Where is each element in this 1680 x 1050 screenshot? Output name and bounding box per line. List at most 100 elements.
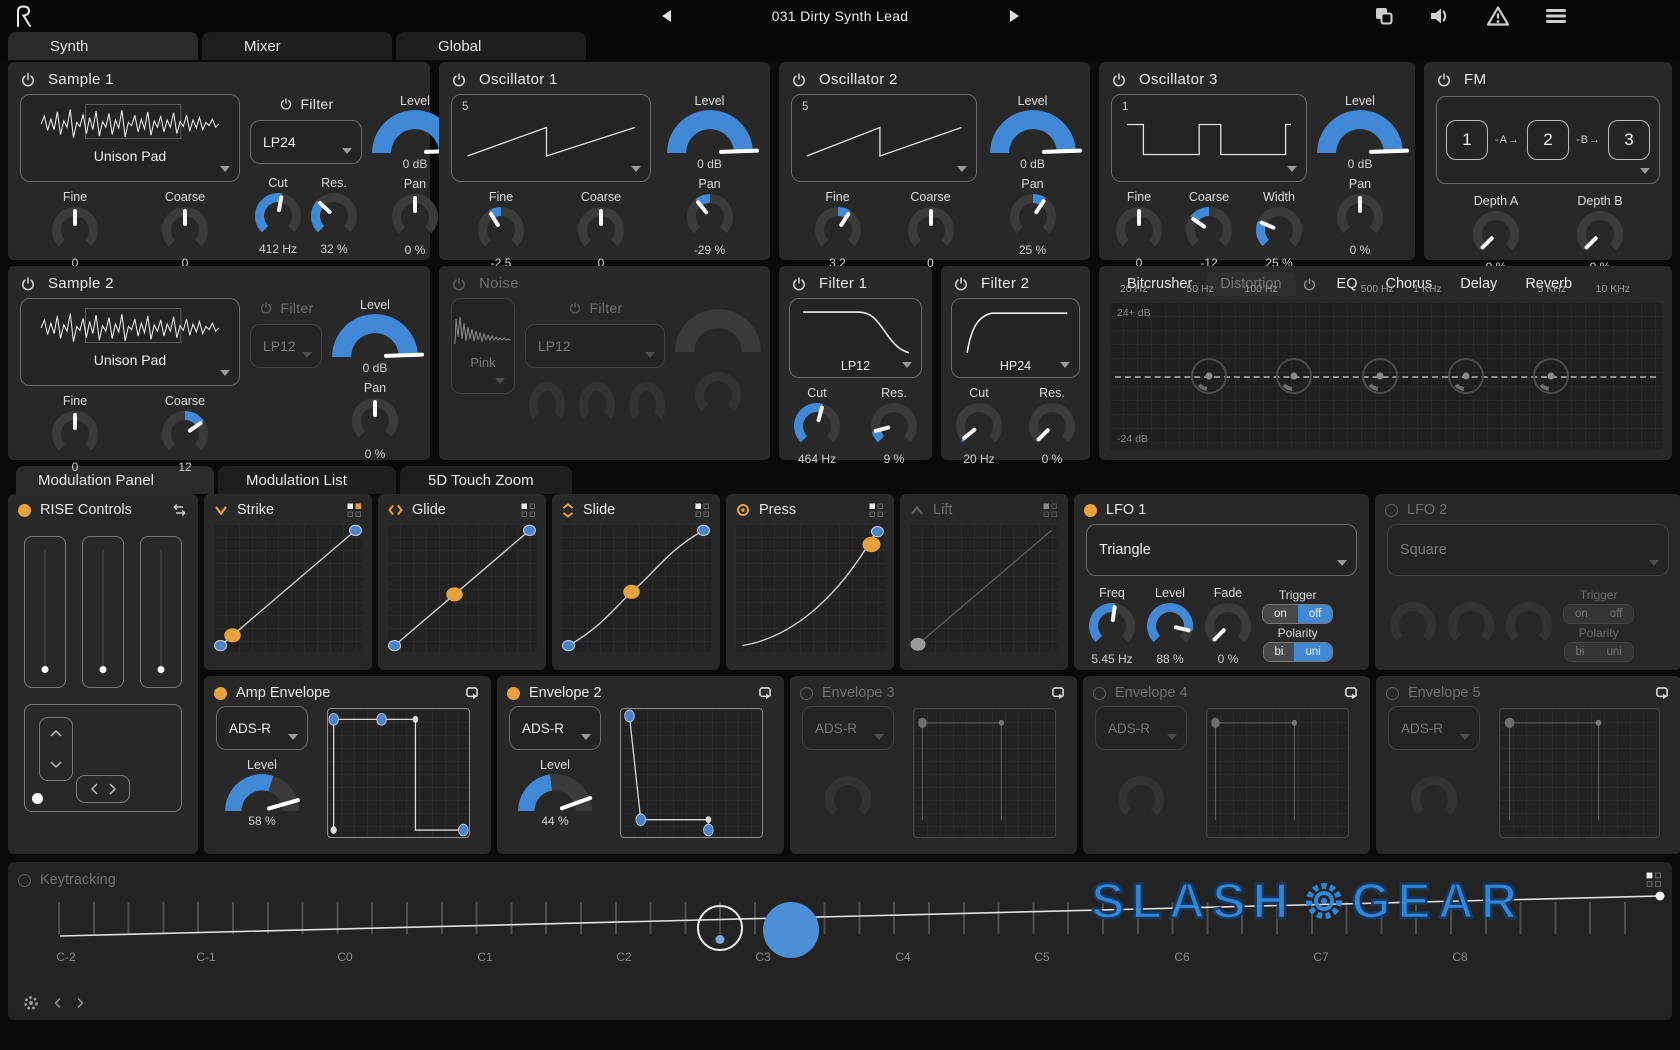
power-icon[interactable] [1111,72,1127,88]
level-gauge[interactable] [990,110,1076,155]
cut-knob[interactable]: Cut412 Hz [250,176,306,256]
depth-a-knob[interactable]: Depth A0 % [1461,194,1531,274]
slide-curve-graph[interactable] [561,524,711,652]
envelope-graph[interactable] [1206,708,1349,838]
fine-knob[interactable]: Fine-2.5 [473,190,529,270]
lfo-shape-select[interactable]: Triangle [1086,524,1357,576]
filter-power-icon[interactable] [568,301,582,315]
xy-swap-icon[interactable] [171,503,188,518]
scroll-left-icon[interactable] [54,997,62,1009]
grid-toggle-icon[interactable] [521,503,536,518]
press-curve-graph[interactable] [735,524,885,652]
lfo-fade-knob[interactable]: Fade0 % [1200,586,1256,666]
warning-icon[interactable] [1486,5,1510,27]
disabled-pan-knob[interactable] [695,372,741,418]
disabled-env-level[interactable] [825,776,871,822]
tab-synth[interactable]: Synth [8,32,198,60]
strike-curve-graph[interactable] [213,524,363,652]
speaker-icon[interactable] [1429,5,1452,27]
env-mode-select[interactable]: ADS-R [802,706,894,750]
rise-slider-2[interactable] [82,536,124,688]
coarse-knob[interactable]: Coarse0 [157,190,213,270]
power-icon[interactable] [20,276,36,292]
osc-wave-display[interactable]: 1 [1111,94,1307,182]
env-source-dot[interactable] [214,687,227,700]
rise-slider-3[interactable] [140,536,182,688]
env-mode-select[interactable]: ADS-R [509,706,601,750]
envelope-graph[interactable] [913,708,1056,838]
filter-curve-display[interactable]: LP12 [789,298,922,378]
lfo1-source-dot[interactable] [1084,504,1097,517]
lfo-level-knob[interactable] [1443,586,1499,648]
grid-toggle-icon[interactable] [869,503,884,518]
prev-patch-button[interactable] [662,10,671,22]
lfo-fade-knob[interactable] [1501,586,1557,648]
env-mode-select[interactable]: ADS-R [216,706,308,750]
env-source-dot[interactable] [507,687,520,700]
fine-knob[interactable]: Fine0 [47,394,103,474]
xy-position-dot[interactable] [32,793,43,804]
loop-icon[interactable] [1653,684,1671,702]
loop-icon[interactable] [1049,684,1067,702]
rise-xy-pad[interactable] [24,704,182,812]
grid-toggle-icon[interactable] [695,503,710,518]
trigger-toggle[interactable]: onoff [1563,604,1634,624]
tab-global[interactable]: Global [396,32,586,60]
xy-left-right-button[interactable] [76,775,130,803]
coarse-knob[interactable]: Coarse12 [157,394,213,474]
glide-curve-graph[interactable] [387,524,537,652]
res-knob[interactable]: Res.32 % [306,176,362,256]
patch-title[interactable]: 031 Dirty Synth Lead [772,8,909,24]
keytracking-node-outline[interactable] [697,905,743,951]
lfo-level-knob[interactable]: Level88 % [1142,586,1198,666]
tab-mixer[interactable]: Mixer [202,32,392,60]
osc-wave-display[interactable]: 5 [791,94,977,182]
grid-toggle-icon[interactable] [347,503,362,518]
fine-knob[interactable]: Fine0 [1111,190,1167,270]
fine-knob[interactable]: Fine0 [47,190,103,270]
power-icon[interactable] [791,72,807,88]
power-icon[interactable] [953,276,969,292]
lfo-shape-select[interactable]: Square [1387,524,1669,576]
eq-band-knob[interactable] [1529,354,1573,398]
menu-icon[interactable] [1544,5,1568,27]
grid-toggle-icon[interactable] [1043,503,1058,518]
env-level-gauge[interactable] [225,774,299,812]
cut-knob[interactable]: Cut464 Hz [789,386,845,466]
polarity-toggle[interactable]: biuni [1564,642,1634,662]
cut-knob[interactable]: Cut20 Hz [951,386,1007,466]
env-mode-select[interactable]: ADS-R [1388,706,1480,750]
fx-tab-delay[interactable]: Delay [1446,272,1511,296]
power-icon[interactable] [451,276,467,292]
lfo-freq-knob[interactable]: Freq5.45 Hz [1084,586,1140,666]
filter-type-select[interactable]: LP12 [525,324,665,368]
rise-slider-1[interactable] [24,536,66,688]
coarse-knob[interactable]: Coarse0 [903,190,959,270]
eq-band-knob[interactable] [1358,354,1402,398]
envelope-graph[interactable] [1499,708,1660,838]
disabled-knob[interactable] [579,382,615,428]
coarse-knob[interactable]: Coarse-12 [1181,190,1237,270]
eq-band-knob[interactable] [1187,354,1231,398]
power-icon[interactable] [791,276,807,292]
envelope-graph[interactable] [620,708,763,838]
lfo2-source-dot[interactable] [1385,504,1398,517]
grid-toggle-icon[interactable] [1646,872,1662,888]
env-source-dot[interactable] [800,687,813,700]
fm-routing-display[interactable]: 1 -A→ 2 -B→ 3 [1436,96,1660,184]
next-patch-button[interactable] [1010,10,1019,22]
filter-power-icon[interactable] [279,97,293,111]
polarity-toggle[interactable]: biuni [1263,642,1333,662]
fx-power-icon[interactable] [1302,277,1317,292]
settings-gear-icon[interactable] [22,994,40,1012]
scroll-right-icon[interactable] [76,997,84,1009]
width-knob[interactable]: Width25 % [1251,190,1307,270]
disabled-level-gauge[interactable] [675,309,761,354]
copy-icon[interactable] [1373,5,1395,27]
loop-icon[interactable] [756,684,774,702]
filter-curve-display[interactable]: HP24 [951,298,1080,378]
trigger-toggle[interactable]: onoff [1262,604,1333,624]
envelope-graph[interactable] [327,708,470,838]
env-mode-select[interactable]: ADS-R [1095,706,1187,750]
disabled-env-level[interactable] [1118,776,1164,822]
